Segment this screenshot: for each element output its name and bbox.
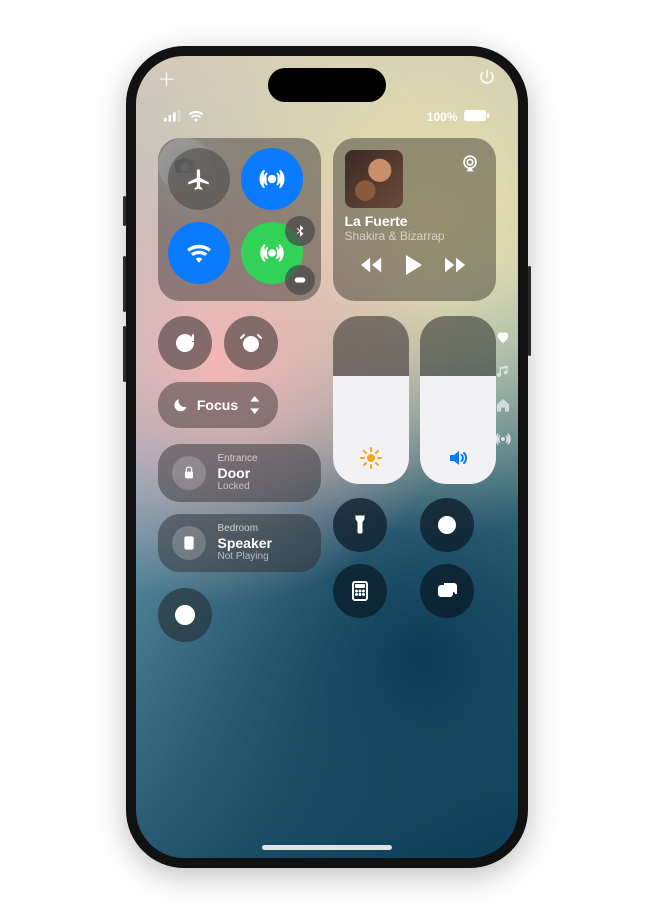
page-indicator[interactable] (494, 328, 512, 448)
timer-button[interactable] (420, 498, 474, 552)
battery-percent-label: 100% (427, 110, 458, 124)
home-status-label: Not Playing (218, 551, 272, 563)
home-room-label: Entrance (218, 453, 258, 465)
speaker-icon (446, 446, 470, 470)
volume-up-button (123, 256, 126, 312)
iphone-frame: ＋ 100% (126, 46, 528, 868)
alarm-button[interactable] (224, 316, 278, 370)
music-icon[interactable] (494, 362, 512, 380)
bluetooth-toggle[interactable] (285, 216, 315, 246)
home-icon[interactable] (494, 396, 512, 414)
forward-icon[interactable] (445, 257, 467, 278)
lock-icon (172, 456, 206, 490)
airplay-icon[interactable] (456, 150, 484, 178)
orientation-lock-toggle[interactable] (158, 316, 212, 370)
track-artist: Shakira & Bizarrap (345, 229, 484, 243)
track-title: La Fuerte (345, 214, 484, 229)
cellular-signal-icon (164, 110, 182, 125)
wifi-icon (188, 110, 204, 125)
volume-down-button (123, 326, 126, 382)
focus-button[interactable]: Focus (158, 382, 278, 428)
side-button (528, 266, 531, 356)
wifi-toggle[interactable] (168, 222, 230, 284)
power-icon[interactable] (478, 68, 496, 91)
screen-mirroring-button[interactable] (420, 564, 474, 618)
now-playing-module[interactable]: La Fuerte Shakira & Bizarrap (333, 138, 496, 301)
stage: ＋ 100% (0, 0, 653, 914)
speaker-box-icon (172, 526, 206, 560)
status-bar: 100% (136, 106, 518, 128)
chevron-updown-icon (246, 396, 263, 414)
connectivity-module[interactable] (158, 138, 321, 301)
heart-icon[interactable] (494, 328, 512, 346)
control-center-topbar: ＋ (136, 60, 518, 98)
control-center: La Fuerte Shakira & Bizarrap (158, 138, 496, 832)
home-device-label: Speaker (218, 535, 272, 551)
rewind-icon[interactable] (361, 257, 383, 278)
home-door-tile[interactable]: Entrance Door Locked (158, 444, 321, 502)
home-indicator[interactable] (262, 845, 392, 850)
home-room-label: Bedroom (218, 523, 272, 535)
personal-hotspot-toggle[interactable] (285, 265, 315, 295)
flashlight-button[interactable] (333, 498, 387, 552)
plus-icon[interactable]: ＋ (158, 66, 176, 92)
focus-label: Focus (197, 397, 238, 413)
broadcast-icon[interactable] (494, 430, 512, 448)
sun-icon (359, 446, 383, 470)
brightness-slider[interactable] (333, 316, 409, 484)
battery-icon (464, 110, 490, 125)
airplane-mode-toggle[interactable] (168, 148, 230, 210)
action-button (123, 196, 126, 226)
screen: ＋ 100% (136, 56, 518, 858)
screen-record-button[interactable] (158, 588, 212, 642)
album-art (345, 150, 403, 208)
home-status-label: Locked (218, 481, 258, 493)
calculator-button[interactable] (333, 564, 387, 618)
airdrop-toggle[interactable] (241, 148, 303, 210)
play-icon[interactable] (405, 255, 423, 280)
volume-slider[interactable] (420, 316, 496, 484)
home-speaker-tile[interactable]: Bedroom Speaker Not Playing (158, 514, 321, 572)
home-device-label: Door (218, 465, 258, 481)
